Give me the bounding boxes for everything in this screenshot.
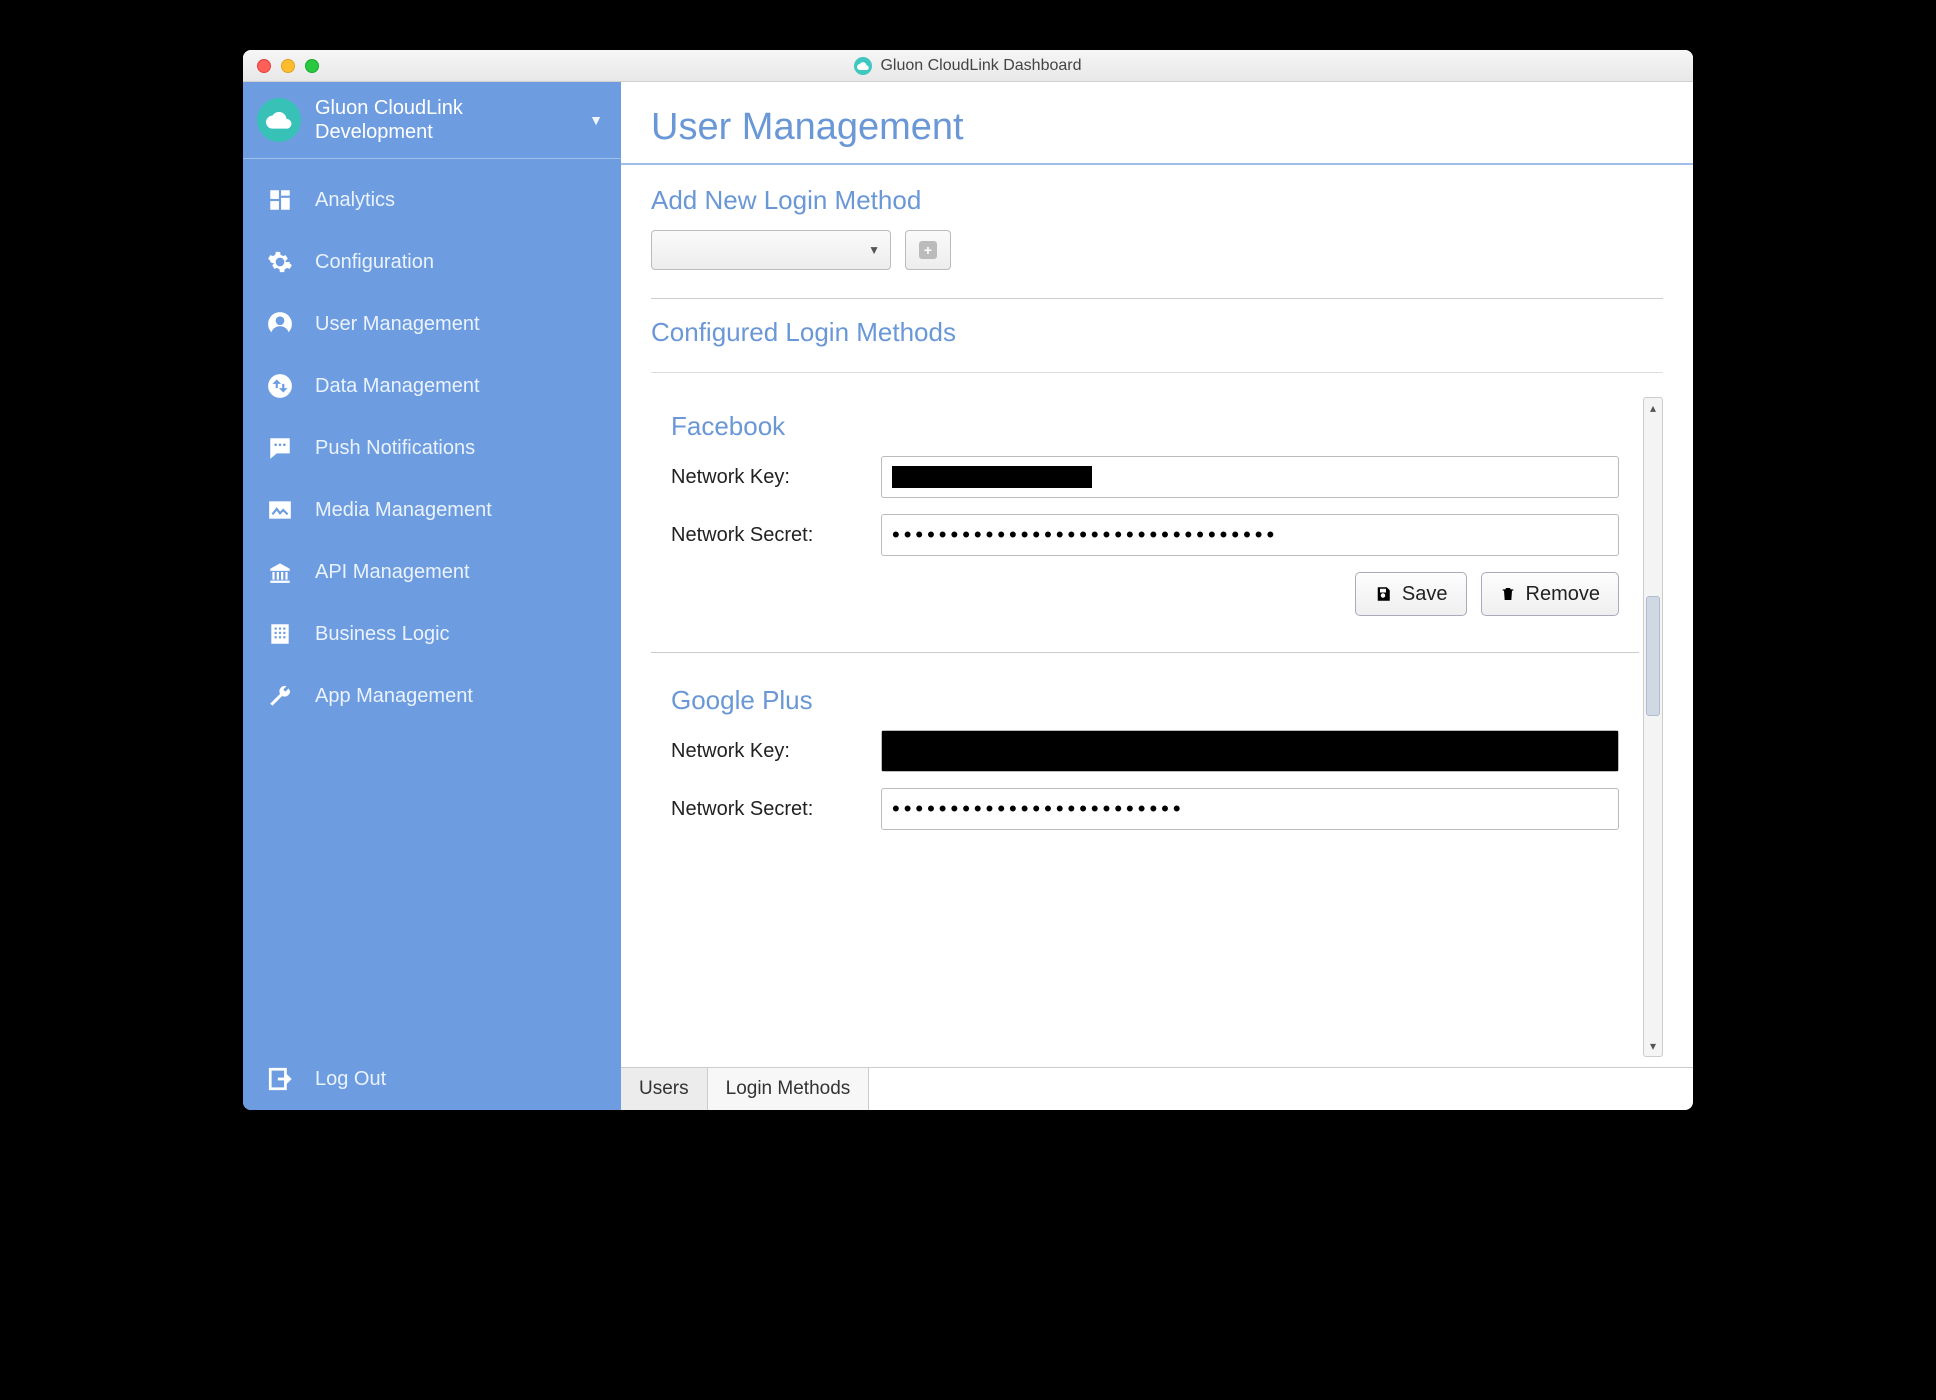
app-icon (854, 57, 872, 75)
chat-icon (265, 433, 295, 463)
gear-icon (265, 247, 295, 277)
sidebar-item-configuration[interactable]: Configuration (243, 231, 621, 293)
bank-icon (265, 557, 295, 587)
tab-label: Users (639, 1078, 689, 1099)
transfer-icon (265, 371, 295, 401)
sidebar: Gluon CloudLink Development ▼ Analytics (243, 82, 621, 1110)
divider (651, 652, 1639, 653)
save-button[interactable]: Save (1355, 572, 1467, 616)
tab-login-methods[interactable]: Login Methods (708, 1068, 870, 1110)
scroll-track[interactable] (1644, 416, 1662, 1038)
sidebar-item-label: App Management (315, 685, 473, 708)
sidebar-item-label: Push Notifications (315, 437, 475, 460)
sidebar-item-app-management[interactable]: App Management (243, 665, 621, 727)
sidebar-item-label: API Management (315, 561, 470, 584)
login-method-facebook: Facebook Network Key: Network Secret: (651, 397, 1639, 634)
login-method-google-plus: Google Plus Network Key: Network Secret: (651, 671, 1639, 864)
image-icon (265, 495, 295, 525)
sidebar-item-analytics[interactable]: Analytics (243, 169, 621, 231)
scroll-thumb[interactable] (1646, 596, 1660, 716)
network-secret-input[interactable]: ••••••••••••••••••••••••••••••••• (881, 514, 1619, 556)
plus-icon: + (919, 241, 937, 259)
tab-users[interactable]: Users (621, 1068, 708, 1110)
network-key-input[interactable] (881, 456, 1619, 498)
page-title: User Management (651, 106, 1663, 149)
dashboard-icon (265, 185, 295, 215)
divider (651, 372, 1663, 373)
field-label-network-key: Network Key: (671, 740, 871, 763)
window-title: Gluon CloudLink Dashboard (880, 57, 1081, 75)
redacted-value (892, 466, 1092, 488)
save-icon (1374, 585, 1392, 603)
network-secret-input[interactable]: ••••••••••••••••••••••••• (881, 788, 1619, 830)
add-login-method-button[interactable]: + (905, 230, 951, 270)
trash-icon (1500, 585, 1516, 603)
sidebar-item-user-management[interactable]: User Management (243, 293, 621, 355)
configured-section-title: Configured Login Methods (651, 317, 1663, 348)
sidebar-item-label: Configuration (315, 251, 434, 274)
sidebar-item-label: Business Logic (315, 623, 450, 646)
secret-value: ••••••••••••••••••••••••••••••••• (892, 522, 1278, 548)
sidebar-item-data-management[interactable]: Data Management (243, 355, 621, 417)
wrench-icon (265, 681, 295, 711)
main-header: User Management (621, 82, 1693, 165)
sidebar-item-label: Analytics (315, 189, 395, 212)
app-window: Gluon CloudLink Dashboard Gluon CloudLin… (243, 50, 1693, 1110)
sidebar-title: Gluon CloudLink Development (315, 96, 575, 144)
bottom-tabs: Users Login Methods (621, 1067, 1693, 1110)
sidebar-item-media-management[interactable]: Media Management (243, 479, 621, 541)
sidebar-item-label: Media Management (315, 499, 492, 522)
main: User Management Add New Login Method ▼ +… (621, 82, 1693, 1110)
divider (651, 298, 1663, 299)
chevron-down-icon: ▼ (589, 112, 603, 128)
sidebar-item-push-notifications[interactable]: Push Notifications (243, 417, 621, 479)
scroll-up-icon[interactable]: ▴ (1650, 400, 1656, 416)
sidebar-item-logout[interactable]: Log Out (243, 1048, 621, 1110)
sidebar-item-business-logic[interactable]: Business Logic (243, 603, 621, 665)
scroll-down-icon[interactable]: ▾ (1650, 1038, 1656, 1054)
cloud-icon (257, 98, 301, 142)
remove-button[interactable]: Remove (1481, 572, 1619, 616)
field-label-network-key: Network Key: (671, 466, 871, 489)
user-icon (265, 309, 295, 339)
logout-icon (265, 1064, 295, 1094)
network-key-input[interactable] (881, 730, 1619, 772)
sidebar-item-label: User Management (315, 313, 480, 336)
method-title: Google Plus (671, 685, 1619, 716)
vertical-scrollbar[interactable]: ▴ ▾ (1643, 397, 1663, 1057)
building-icon (265, 619, 295, 649)
secret-value: ••••••••••••••••••••••••• (892, 796, 1185, 822)
sidebar-title-line2: Development (315, 120, 575, 144)
add-login-section-title: Add New Login Method (651, 185, 1663, 216)
sidebar-item-label: Log Out (315, 1068, 386, 1091)
sidebar-item-label: Data Management (315, 375, 480, 398)
tab-label: Login Methods (726, 1078, 851, 1099)
redacted-value (882, 731, 1618, 771)
nav: Analytics Configuration User Management (243, 169, 621, 727)
chevron-down-icon: ▼ (868, 243, 880, 257)
field-label-network-secret: Network Secret: (671, 798, 871, 821)
method-title: Facebook (671, 411, 1619, 442)
divider (243, 158, 621, 159)
login-method-dropdown[interactable]: ▼ (651, 230, 891, 270)
sidebar-header[interactable]: Gluon CloudLink Development ▼ (243, 82, 621, 158)
login-methods-list: Facebook Network Key: Network Secret: (651, 397, 1643, 1057)
window-title-wrap: Gluon CloudLink Dashboard (243, 57, 1693, 75)
sidebar-title-line1: Gluon CloudLink (315, 96, 575, 120)
button-label: Save (1402, 583, 1448, 606)
button-label: Remove (1526, 583, 1600, 606)
titlebar: Gluon CloudLink Dashboard (243, 50, 1693, 82)
field-label-network-secret: Network Secret: (671, 524, 871, 547)
sidebar-item-api-management[interactable]: API Management (243, 541, 621, 603)
